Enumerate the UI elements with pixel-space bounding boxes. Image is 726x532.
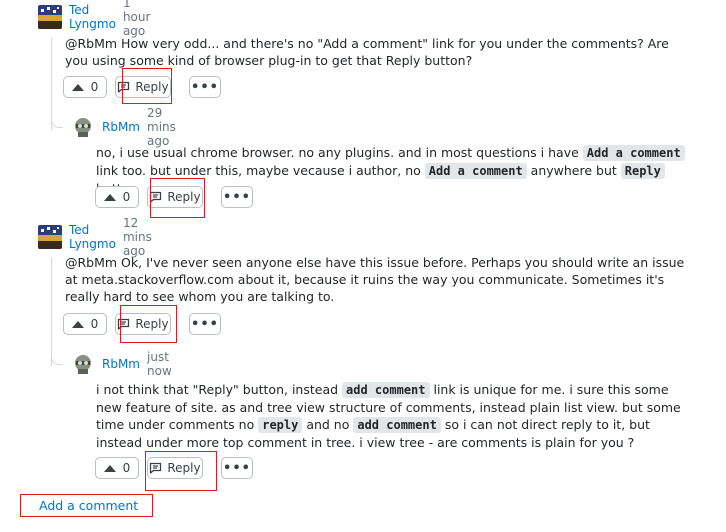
upvote-button[interactable]: 0: [63, 313, 107, 335]
avatar[interactable]: [71, 115, 95, 139]
upvote-button[interactable]: 0: [95, 457, 139, 479]
comment-text: @RbMm How very odd... and there's no "Ad…: [65, 36, 669, 68]
upvote-triangle-icon: [71, 320, 84, 328]
upvote-triangle-icon: [71, 83, 84, 91]
reply-icon: [118, 318, 130, 330]
reply-icon: [118, 81, 130, 93]
comment-author[interactable]: Ted Lyngmo: [69, 223, 116, 251]
reply-label: Reply: [167, 190, 201, 204]
avatar[interactable]: [38, 225, 62, 249]
reply-label: Reply: [135, 80, 169, 94]
thread-branch: [51, 118, 63, 128]
comment-author[interactable]: RbMm: [102, 357, 140, 371]
reply-button[interactable]: Reply: [147, 186, 203, 208]
inline-code: Add a comment: [582, 145, 685, 161]
inline-code: Reply: [620, 163, 665, 179]
inline-code: add comment: [353, 417, 441, 433]
reply-icon: [150, 191, 162, 203]
reply-button[interactable]: Reply: [115, 313, 171, 335]
avatar[interactable]: [38, 5, 62, 29]
reply-label: Reply: [135, 317, 169, 331]
vote-count: 0: [122, 190, 131, 204]
avatar[interactable]: [71, 352, 95, 376]
comment-text: i not think that "Reply" button, instead…: [96, 382, 681, 450]
more-dots-icon: •••: [191, 79, 219, 95]
upvote-triangle-icon: [103, 193, 116, 201]
inline-code: Add a comment: [424, 163, 527, 179]
comment-time[interactable]: 29 mins ago: [147, 106, 176, 148]
more-button[interactable]: •••: [221, 186, 253, 208]
inline-code: add comment: [342, 382, 430, 398]
vote-count: 0: [90, 80, 99, 94]
inline-code: reply: [258, 417, 303, 433]
comment-text: @RbMm Ok, I've never seen anyone else ha…: [65, 255, 685, 304]
vote-count: 0: [122, 461, 131, 475]
vote-count: 0: [90, 317, 99, 331]
reply-button[interactable]: Reply: [147, 457, 203, 479]
comment-time[interactable]: 12 mins ago: [123, 216, 152, 258]
comment-time[interactable]: 1 hour ago: [123, 0, 151, 38]
comment-author[interactable]: RbMm: [102, 120, 140, 134]
reply-button[interactable]: Reply: [115, 76, 171, 98]
more-button[interactable]: •••: [221, 457, 253, 479]
more-button[interactable]: •••: [189, 76, 221, 98]
more-dots-icon: •••: [191, 316, 219, 332]
upvote-button[interactable]: 0: [63, 76, 107, 98]
more-dots-icon: •••: [223, 189, 251, 205]
more-dots-icon: •••: [223, 460, 251, 476]
upvote-button[interactable]: 0: [95, 186, 139, 208]
comment-time[interactable]: just now: [147, 350, 172, 378]
reply-icon: [150, 462, 162, 474]
thread-line: [51, 38, 52, 130]
thread-branch: [51, 355, 63, 365]
reply-label: Reply: [167, 461, 201, 475]
comment-author[interactable]: Ted Lyngmo: [69, 3, 116, 31]
upvote-triangle-icon: [103, 464, 116, 472]
thread-line: [51, 258, 52, 366]
more-button[interactable]: •••: [189, 313, 221, 335]
add-comment-link[interactable]: Add a comment: [20, 494, 153, 517]
